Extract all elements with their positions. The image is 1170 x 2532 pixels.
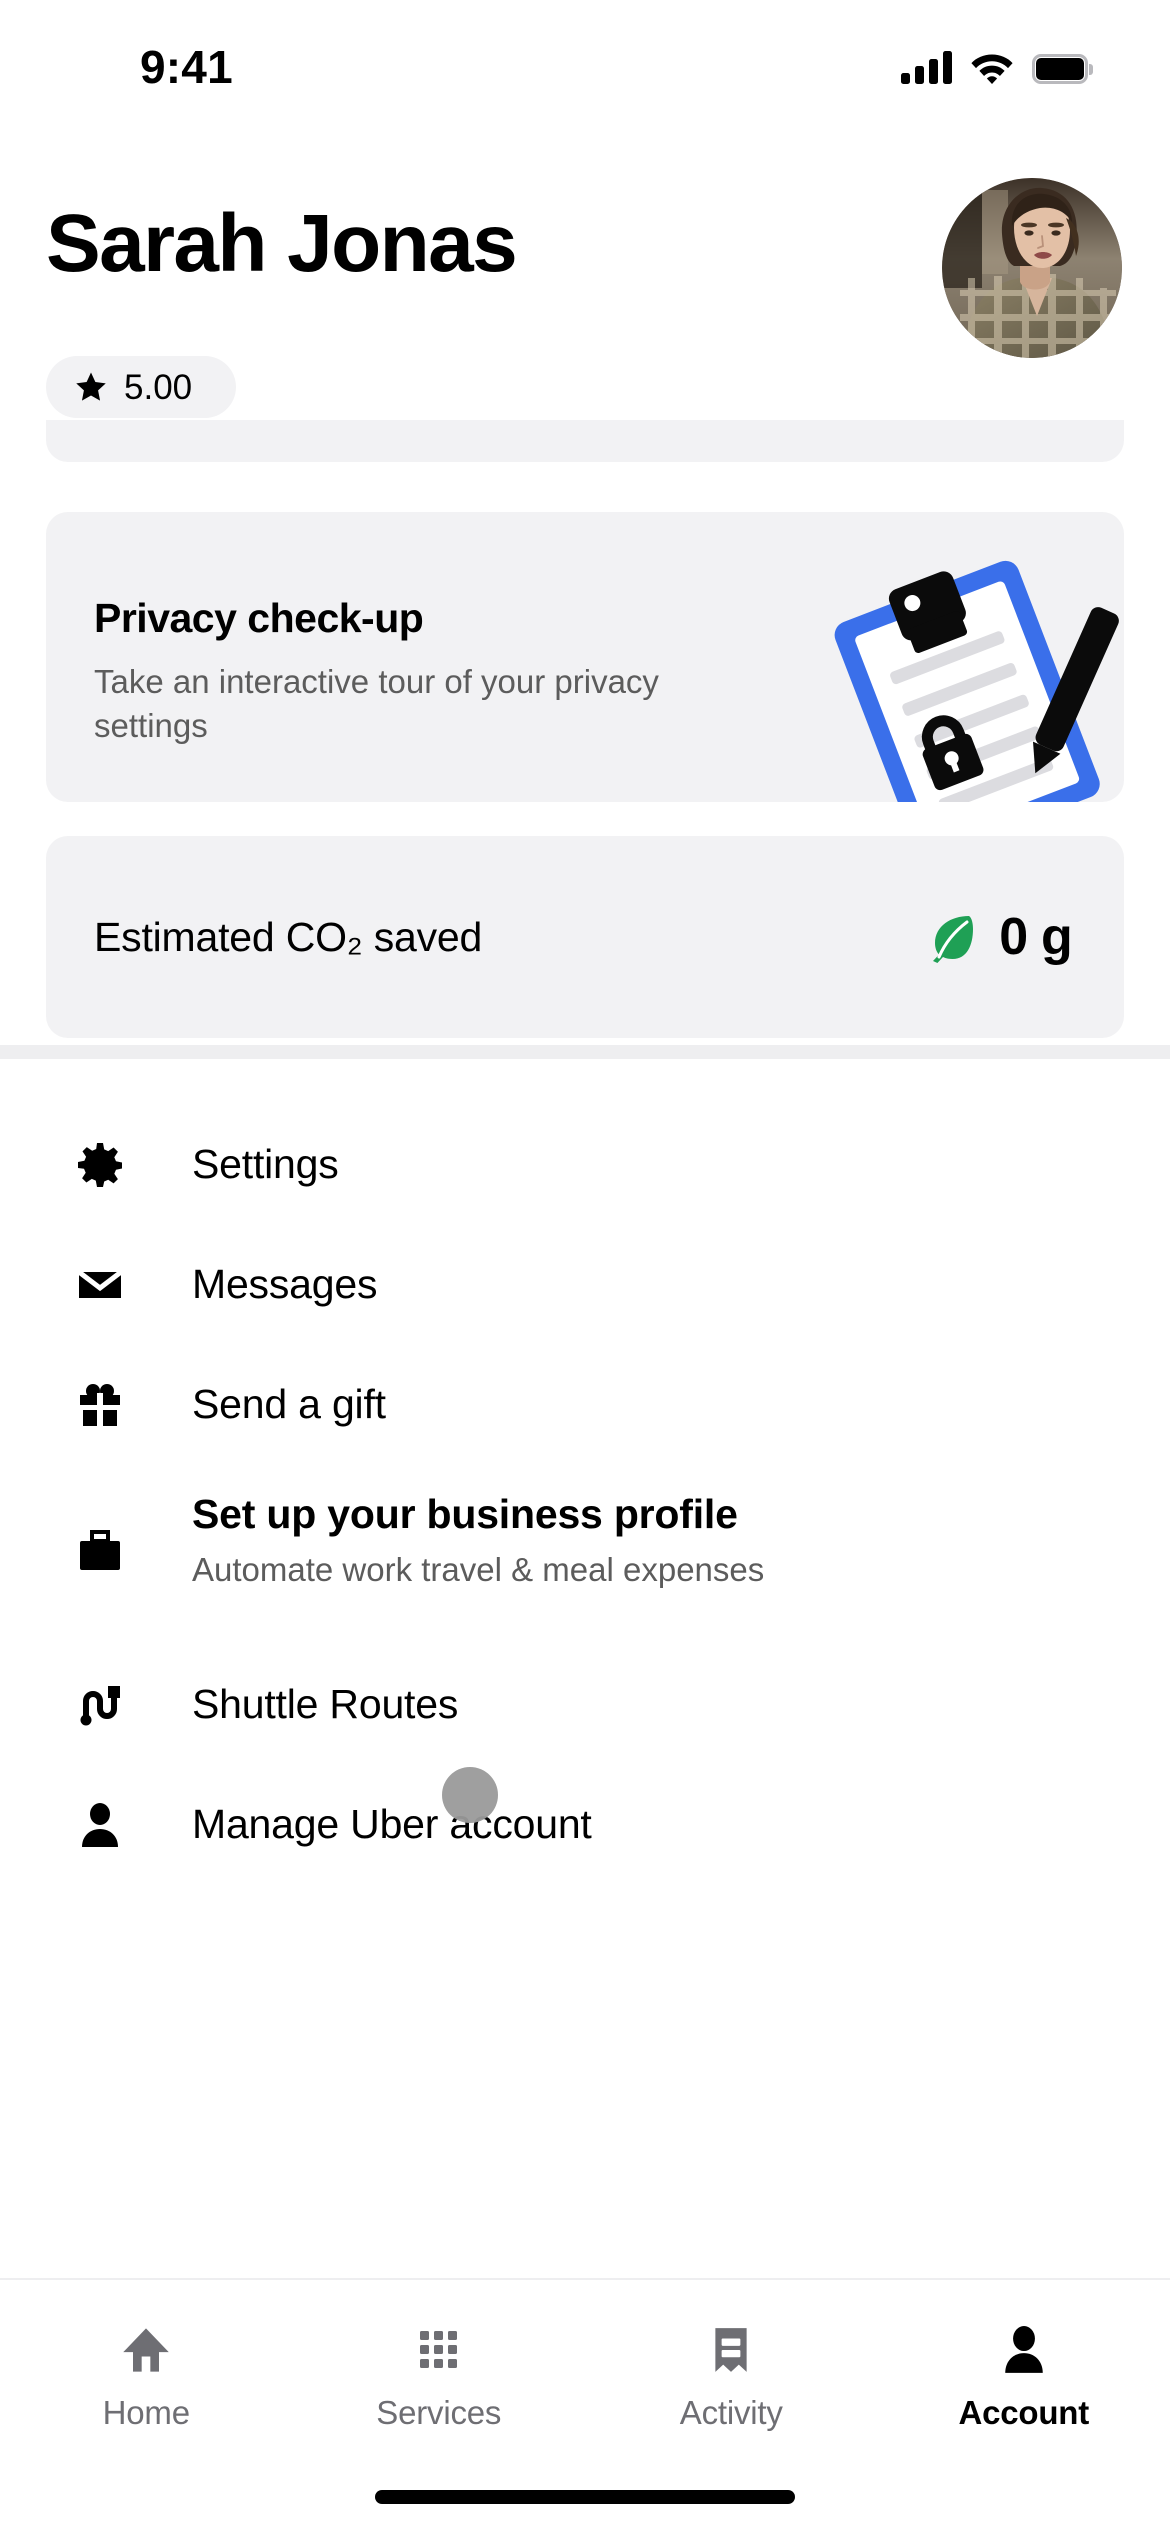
tab-account[interactable]: Account <box>878 2322 1170 2429</box>
menu-item-label: Settings <box>192 1141 339 1188</box>
tab-label: Activity <box>679 2394 783 2431</box>
menu-item-messages[interactable]: Messages <box>0 1225 1170 1345</box>
privacy-checkup-card[interactable]: Privacy check-up Take an interactive tou… <box>46 512 1124 802</box>
menu-item-shuttle-routes[interactable]: Shuttle Routes <box>0 1645 1170 1765</box>
profile-header: Sarah Jonas 5.00 <box>0 108 1170 428</box>
battery-full-icon <box>1032 54 1093 84</box>
co2-value: 0 g <box>999 908 1073 966</box>
menu-item-label: Messages <box>192 1261 378 1308</box>
menu-item-text: Set up your business profile Automate wo… <box>192 1491 764 1590</box>
home-indicator <box>375 2490 795 2504</box>
tab-services[interactable]: Services <box>293 2322 586 2429</box>
co2-saved-card[interactable]: Estimated CO₂ saved 0 g <box>46 836 1124 1038</box>
person-icon <box>72 1797 128 1853</box>
menu-item-label: Send a gift <box>192 1381 386 1428</box>
envelope-icon <box>72 1257 128 1313</box>
menu-item-business-profile[interactable]: Set up your business profile Automate wo… <box>0 1465 1170 1625</box>
rating-badge[interactable]: 5.00 <box>46 356 236 418</box>
avatar[interactable] <box>942 178 1122 358</box>
co2-value-group: 0 g <box>925 907 1073 967</box>
status-bar-clock: 9:41 <box>140 41 233 93</box>
menu-item-text: Shuttle Routes <box>192 1681 458 1728</box>
home-icon <box>118 2322 174 2378</box>
tab-activity[interactable]: Activity <box>585 2322 878 2429</box>
tab-label: Services <box>376 2394 502 2431</box>
grid-icon <box>411 2322 467 2378</box>
tab-label: Home <box>102 2394 190 2431</box>
receipt-icon <box>703 2322 759 2378</box>
gift-icon <box>72 1377 128 1433</box>
clipboard-lock-illustration <box>834 560 1119 802</box>
touch-cursor-indicator <box>442 1767 498 1823</box>
menu-item-send-a-gift[interactable]: Send a gift <box>0 1345 1170 1465</box>
tab-home[interactable]: Home <box>0 2322 293 2429</box>
menu-item-label: Set up your business profile <box>192 1491 738 1537</box>
bottom-tab-bar: Home Services Activity Account <box>0 2278 1170 2532</box>
menu-item-text: Send a gift <box>192 1381 386 1428</box>
co2-label: Estimated CO₂ saved <box>94 913 483 960</box>
gear-icon <box>72 1137 128 1193</box>
menu-item-text: Messages <box>192 1261 377 1308</box>
page-title: Sarah Jonas <box>46 198 518 289</box>
section-divider <box>0 1045 1170 1059</box>
cellular-signal-icon <box>901 50 952 84</box>
status-bar: 9:41 <box>0 0 1170 108</box>
privacy-card-subtitle: Take an interactive tour of your privacy… <box>94 663 659 744</box>
privacy-card-title: Privacy check-up <box>94 595 424 641</box>
avatar-photo <box>942 178 1122 358</box>
star-icon <box>76 372 106 401</box>
leaf-icon <box>933 916 974 963</box>
rating-value: 5.00 <box>124 367 193 407</box>
wifi-icon <box>971 54 1013 84</box>
menu-item-text: Manage Uber account <box>192 1801 592 1848</box>
menu-item-manage-uber-account[interactable]: Manage Uber account <box>0 1765 1170 1885</box>
menu-item-label: Shuttle Routes <box>192 1681 459 1728</box>
menu-item-text: Settings <box>192 1141 339 1188</box>
menu-item-subtitle: Automate work travel & meal expenses <box>192 1551 765 1589</box>
status-bar-indicators <box>901 50 1093 84</box>
briefcase-icon <box>72 1523 128 1579</box>
route-icon <box>72 1677 128 1733</box>
person-icon <box>996 2322 1052 2378</box>
menu-item-label: Manage Uber account <box>192 1801 592 1848</box>
partial-card-above[interactable] <box>46 420 1124 462</box>
tab-label: Account <box>958 2394 1090 2431</box>
app-screen: 9:41 Sarah Jonas 5.00 Privacy check-up T… <box>0 0 1170 2532</box>
menu-item-settings[interactable]: Settings <box>0 1105 1170 1225</box>
